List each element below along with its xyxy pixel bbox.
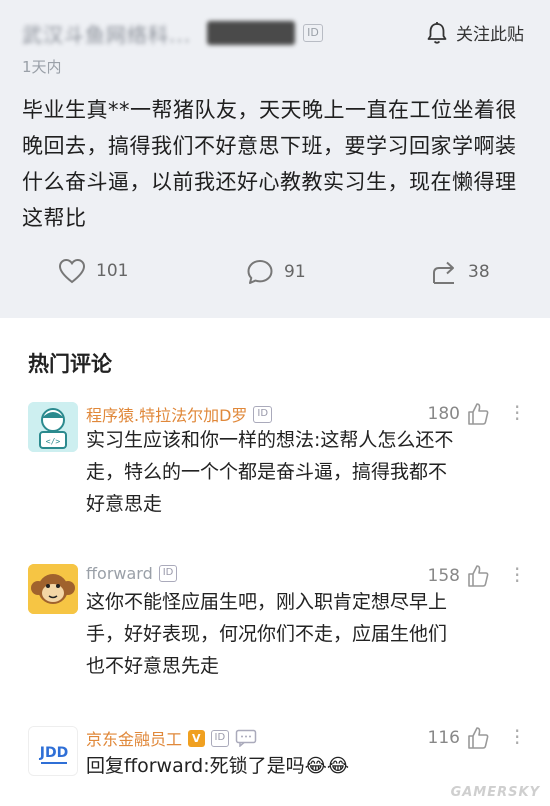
monkey-avatar-icon[interactable] — [28, 564, 78, 614]
post-card: 武汉斗鱼网络科... ID 关注此贴 1天内 毕业生真**一帮猪队友，天天晚上一… — [0, 0, 550, 318]
comment-body: 实习生应该和你一样的想法:这帮人怎么还不走，特么的一个个都是奋斗逼，搞得我都不好… — [86, 429, 454, 515]
share-count: 38 — [468, 262, 490, 282]
follow-post-button[interactable]: 关注此贴 — [426, 20, 524, 45]
comment-author-row: 京东金融员工 V ID — [86, 726, 257, 750]
like-button[interactable]: 101 — [58, 258, 128, 284]
avatar-text: JDD — [39, 745, 68, 761]
programmer-avatar-icon[interactable]: </> — [28, 402, 78, 452]
post-body: 毕业生真**一帮猪队友，天天晚上一直在工位坐着很晚回去，搞得我们不好意思下班，要… — [22, 98, 517, 230]
comment-author-row: 程序猿.特拉法尔加D罗 ID — [86, 402, 273, 426]
post-author-row: 武汉斗鱼网络科... ID — [22, 18, 323, 48]
id-badge: ID — [210, 729, 230, 747]
like-count: 101 — [96, 261, 129, 281]
thumbs-up-icon — [468, 727, 489, 749]
comment-author-name[interactable]: 京东金融员工 — [86, 726, 182, 750]
comment-author-row: fforward ID — [86, 564, 178, 583]
chat-bubble-icon — [235, 729, 257, 747]
thumbs-up-icon — [468, 403, 489, 425]
comment-like-button[interactable]: 158 — [428, 564, 490, 588]
thumbs-up-icon — [468, 565, 489, 587]
comment-like-count: 158 — [427, 566, 460, 586]
verified-badge-icon: V — [188, 729, 205, 747]
watermark: GAMERSKY — [450, 785, 540, 800]
comment-author-name[interactable]: fforward — [86, 564, 153, 583]
comment-count: 91 — [284, 262, 306, 282]
comment-body: 回复fforward:死锁了是吗😂😂 — [86, 755, 350, 777]
comment-like-count: 116 — [427, 728, 460, 748]
comment-like-button[interactable]: 180 — [428, 402, 490, 426]
jdd-logo-icon[interactable]: JDD — [28, 726, 78, 776]
comment-body: 这你不能怪应届生吧，刚入职肯定想尽早上手，好好表现，何况你们不走，应届生他们也不… — [86, 591, 448, 677]
more-options-icon[interactable]: · · · — [514, 397, 520, 429]
comment-icon — [247, 260, 273, 284]
bell-icon — [427, 21, 447, 44]
share-button[interactable]: 38 — [430, 258, 490, 286]
hot-comments-title: 热门评论 — [28, 352, 112, 376]
comment-button[interactable]: 91 — [246, 258, 306, 286]
svg-text:</>: </> — [46, 437, 61, 446]
follow-label: 关注此贴 — [456, 25, 524, 45]
post-time: 1天内 — [22, 58, 62, 76]
share-icon — [433, 261, 454, 284]
id-badge: ID — [253, 405, 273, 423]
post-author-name[interactable]: 武汉斗鱼网络科... — [22, 19, 191, 48]
more-options-icon[interactable]: · · · — [514, 721, 520, 753]
comment-like-count: 180 — [427, 404, 460, 424]
post-author-badge — [207, 21, 296, 45]
id-badge: ID — [303, 24, 323, 42]
post-actions: 101 91 38 — [0, 258, 550, 298]
heart-icon — [58, 258, 86, 284]
comment-author-name[interactable]: 程序猿.特拉法尔加D罗 — [86, 402, 247, 426]
more-options-icon[interactable]: · · · — [514, 559, 520, 591]
id-badge: ID — [158, 565, 178, 582]
comment-like-button[interactable]: 116 — [428, 726, 490, 750]
